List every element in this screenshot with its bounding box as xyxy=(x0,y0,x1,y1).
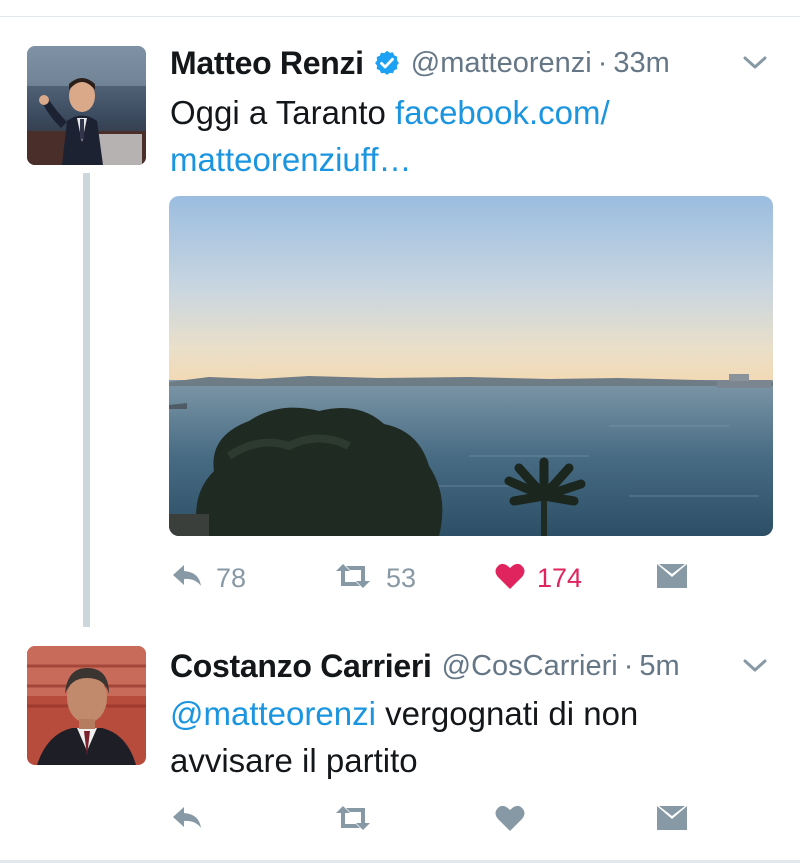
mention-link[interactable]: @matteorenzi xyxy=(170,695,376,732)
heart-icon xyxy=(495,804,525,837)
retweet-button[interactable]: 53 xyxy=(332,558,416,598)
envelope-icon xyxy=(656,563,688,594)
tweet-matteo-renzi[interactable]: Matteo Renzi @matteorenzi · 33m Oggi a T… xyxy=(0,17,800,627)
avatar[interactable] xyxy=(27,646,146,765)
retweet-icon xyxy=(332,804,374,837)
tweet-text: Oggi a Taranto facebook.com/matteorenziu… xyxy=(170,89,770,183)
reply-icon xyxy=(170,805,204,836)
author-handle[interactable]: @matteorenzi xyxy=(411,47,592,80)
verified-badge-icon xyxy=(373,49,401,77)
separator-dot: · xyxy=(597,46,608,79)
avatar[interactable] xyxy=(27,46,146,165)
thread-connector-line xyxy=(83,173,90,627)
author-name[interactable]: Costanzo Carrieri xyxy=(170,648,432,685)
tweet-actions: 78 53 174 xyxy=(170,558,730,598)
link-line-2[interactable]: matteorenziuff… xyxy=(170,141,412,178)
tweet-header: Costanzo Carrieri @CosCarrieri · 5m xyxy=(170,646,770,686)
reply-icon xyxy=(170,563,204,594)
direct-message-button[interactable] xyxy=(656,558,688,598)
author-handle[interactable]: @CosCarrieri xyxy=(442,650,618,683)
chevron-down-icon[interactable] xyxy=(740,49,770,77)
like-button[interactable] xyxy=(495,800,525,840)
author-name[interactable]: Matteo Renzi xyxy=(170,45,364,82)
retweet-button[interactable] xyxy=(332,800,374,840)
heart-icon xyxy=(495,562,525,595)
tweet-header: Matteo Renzi @matteorenzi · 33m xyxy=(170,43,770,83)
link-line-1[interactable]: facebook.com/ xyxy=(395,94,610,131)
envelope-icon xyxy=(656,805,688,836)
tweet-media-photo[interactable] xyxy=(169,196,773,536)
reply-button[interactable] xyxy=(170,800,204,840)
tweet-text-plain: Oggi a Taranto xyxy=(170,94,396,131)
timestamp[interactable]: 5m xyxy=(639,650,679,683)
separator-dot: · xyxy=(623,649,634,682)
chevron-down-icon[interactable] xyxy=(740,652,770,680)
reply-count: 78 xyxy=(216,562,247,593)
retweet-count: 53 xyxy=(386,562,417,593)
like-count: 174 xyxy=(537,562,583,593)
timestamp[interactable]: 33m xyxy=(613,47,669,80)
like-button[interactable]: 174 xyxy=(495,558,582,598)
tweet-actions xyxy=(170,800,730,840)
tweet-costanzo-carrieri[interactable]: Costanzo Carrieri @CosCarrieri · 5m @mat… xyxy=(0,625,800,860)
tweet-text: @matteorenzi vergognati di non avvisare … xyxy=(170,690,770,784)
direct-message-button[interactable] xyxy=(656,800,688,840)
retweet-icon xyxy=(332,562,374,595)
reply-button[interactable]: 78 xyxy=(170,558,246,598)
